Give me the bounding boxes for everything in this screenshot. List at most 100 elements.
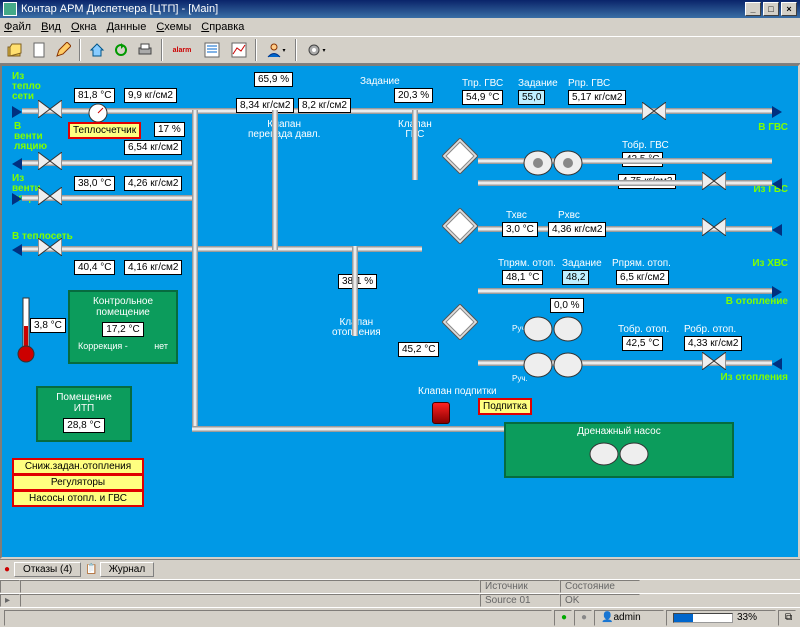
arrow-in-2 (12, 193, 22, 205)
button-regulatory[interactable]: Регуляторы (12, 474, 144, 491)
menu-help[interactable]: Справка (201, 21, 244, 33)
valve-3[interactable] (38, 187, 62, 205)
arrow-otop-in (772, 358, 782, 370)
menu-windows[interactable]: Окна (71, 21, 97, 33)
home-button[interactable] (86, 39, 108, 61)
pipe (192, 426, 532, 432)
value-ppr-otop: 6,5 кг/см2 (616, 270, 669, 285)
value-t-room: 3,8 °C (30, 318, 66, 333)
label-ctrl-room: Контрольноепомещение (74, 296, 172, 318)
button-teploschetchik[interactable]: Теплосчетчик (68, 122, 141, 139)
value-t-itp: 28,8 °C (63, 418, 104, 433)
log-button[interactable] (198, 39, 226, 61)
chart-icon (231, 42, 247, 58)
heat-exchanger-3 (442, 304, 478, 340)
pane-control-room: Контрольноепомещение 17,2 °C Коррекция -… (68, 290, 178, 364)
label-zad3: Задание (562, 258, 602, 269)
value-zad2[interactable]: 55,0 (518, 90, 545, 105)
pipe (478, 180, 772, 186)
label-v-gvs: В ГВС (758, 122, 788, 133)
button-podpitka[interactable]: Подпитка (478, 398, 532, 415)
value-t3: 40,4 °C (74, 260, 115, 275)
pump-gvs[interactable] (518, 148, 588, 174)
status-progress: 33% (666, 610, 776, 626)
alarm-button[interactable]: alarm (168, 39, 196, 61)
open-button[interactable] (4, 39, 26, 61)
label-korr: Коррекция - (78, 341, 128, 351)
label-iz-teploseti: Изтеплосети (12, 72, 41, 102)
settings-button[interactable]: ▾ (302, 39, 330, 61)
pipe (192, 110, 198, 430)
label-ruch2: Руч. (512, 374, 528, 383)
chart-button[interactable] (228, 39, 250, 61)
value-t1: 81,8 °C (74, 88, 115, 103)
valve-gvs-out[interactable] (642, 102, 666, 120)
status-user: 👤 admin (594, 610, 664, 626)
alarm-icon: alarm (173, 47, 192, 54)
label-ppr-gvs: Рпр. ГВС (568, 78, 610, 89)
arrow-gvs-in (772, 178, 782, 190)
label-v-venti: Ввентиляцию (14, 122, 47, 152)
pump-drain[interactable] (584, 441, 654, 467)
menu-view[interactable]: Вид (41, 21, 61, 33)
value-zad3[interactable]: 48,2 (562, 270, 589, 285)
edit-button[interactable] (52, 39, 74, 61)
close-button[interactable]: × (781, 2, 797, 16)
home-icon (89, 42, 105, 58)
label-phvs: Рхвс (558, 210, 580, 221)
status-cell-1 (4, 610, 552, 626)
pipe (22, 246, 422, 252)
minimize-button[interactable]: _ (745, 2, 761, 16)
valve-1[interactable] (38, 100, 62, 118)
arrow-in-1 (12, 106, 22, 118)
pane-itp-room: ПомещениеИТП 28,8 °C (36, 386, 132, 442)
event-grid-header: Источник Состояние (0, 579, 800, 593)
value-pklap2: 8,2 кг/см2 (298, 98, 351, 113)
statusbar: ● ● 👤 admin 33% ⧉ (0, 607, 800, 627)
pump-otop-2[interactable] (518, 350, 588, 376)
value-ppr-gvs: 5,17 кг/см2 (568, 90, 626, 105)
tab-zhurnal[interactable]: Журнал (100, 562, 155, 577)
valve-hvs[interactable] (702, 218, 726, 236)
menu-data[interactable]: Данные (107, 21, 147, 33)
window-titlebar: Контар АРМ Диспетчера [ЦТП] - [Main] _ □… (0, 0, 800, 18)
window-title: Контар АРМ Диспетчера [ЦТП] - [Main] (21, 3, 218, 15)
value-pct-zero: 0,0 % (550, 298, 584, 313)
value-klapan-pct: 65,9 % (254, 72, 293, 87)
scada-canvas: Изтеплосети Ввентиляцию Извентиляции В т… (0, 64, 800, 559)
tab-otkazy[interactable]: Отказы (4) (14, 562, 81, 577)
value-phvs: 4,36 кг/см2 (548, 222, 606, 237)
event-grid-row[interactable]: ▸ Source 01 OK (0, 593, 800, 607)
journal-icon: 📋 (85, 564, 97, 575)
value-p3: 4,26 кг/см2 (124, 176, 182, 191)
podpitka-valve-icon[interactable] (432, 402, 450, 424)
alarm-dot-icon: ● (4, 564, 10, 575)
label-klapan-podpit: Клапан подпитки (418, 386, 497, 397)
label-ppr-otop: Рпрям. отоп. (612, 258, 671, 269)
value-pobr-otop: 4,33 кг/см2 (684, 336, 742, 351)
menu-file[interactable]: Файл (4, 21, 31, 33)
label-thvs: Тхвс (506, 210, 527, 221)
new-button[interactable] (28, 39, 50, 61)
label-pobr-otop: Робр. отоп. (684, 324, 736, 335)
pencil-icon (55, 42, 71, 58)
arrow-otop-out (772, 286, 782, 298)
label-zad2: Задание (518, 78, 558, 89)
pump-otop-1[interactable] (518, 314, 588, 340)
valve-otop-in[interactable] (702, 352, 726, 370)
label-iz-hvs: Из ХВС (752, 258, 788, 269)
valve-4[interactable] (38, 238, 62, 256)
users-button[interactable]: ▾ (262, 39, 290, 61)
refresh-button[interactable] (110, 39, 132, 61)
valve-2[interactable] (38, 152, 62, 170)
print-button[interactable] (134, 39, 156, 61)
button-nasosy[interactable]: Насосы отопл. и ГВС (12, 490, 144, 507)
label-klapan-perepad: Клапанперепада давл. (248, 120, 320, 140)
menu-schemas[interactable]: Схемы (156, 21, 191, 33)
valve-gvs-in[interactable] (702, 172, 726, 190)
bottom-tabs: ● Отказы (4) 📋 Журнал (0, 559, 800, 579)
app-icon (3, 2, 17, 16)
button-snizh-zadan[interactable]: Сниж.задан.отопления (12, 458, 144, 475)
maximize-button[interactable]: □ (763, 2, 779, 16)
list-icon (204, 42, 220, 58)
